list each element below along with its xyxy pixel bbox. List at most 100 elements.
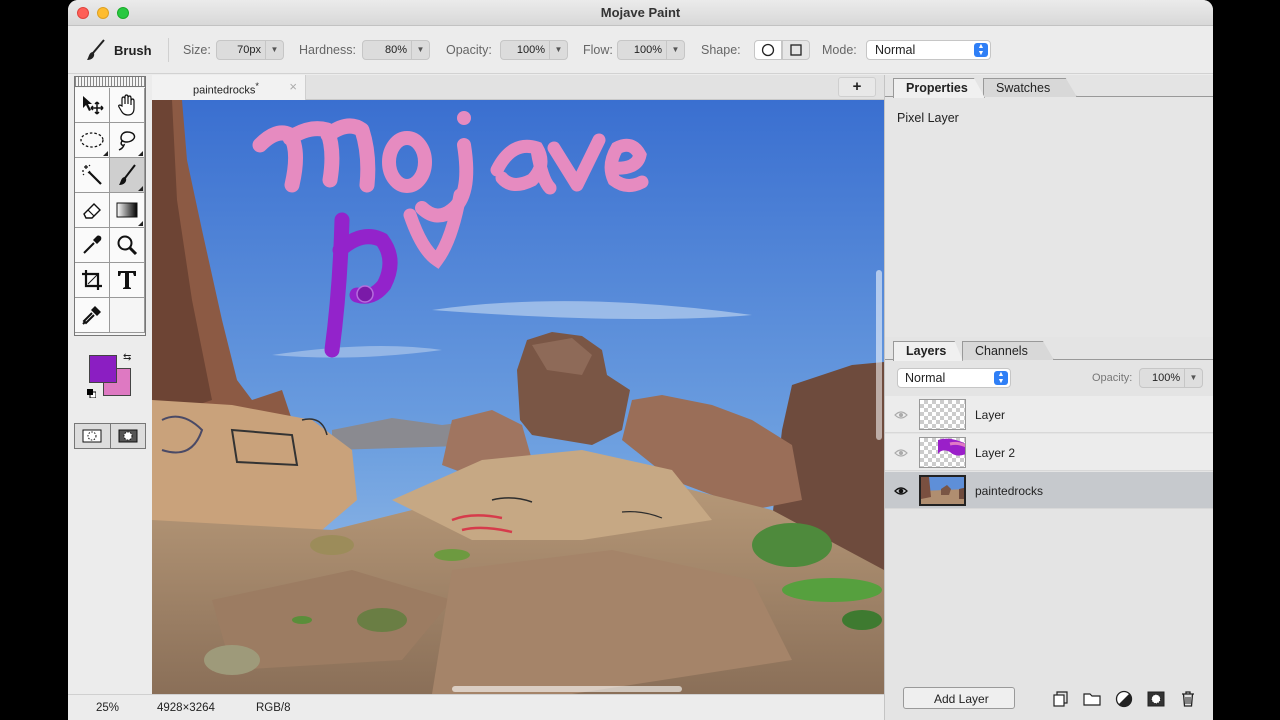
add-tab-button[interactable]: +	[838, 77, 876, 97]
quick-mask-button[interactable]	[111, 424, 146, 448]
layer-row[interactable]: Layer	[885, 396, 1213, 433]
horizontal-scrollbar[interactable]	[452, 686, 682, 692]
ellipse-marquee-icon	[80, 132, 104, 148]
visibility-eye-icon[interactable]	[894, 446, 908, 460]
hardness-value: 80%	[384, 44, 407, 56]
square-shape-button[interactable]	[782, 40, 810, 60]
add-layer-label: Add Layer	[934, 692, 989, 706]
folder-icon[interactable]	[1083, 690, 1101, 708]
move-tool[interactable]	[75, 88, 110, 123]
foreground-color-swatch[interactable]	[89, 355, 117, 383]
swap-colors-icon[interactable]: ⇆	[123, 352, 131, 363]
brush-tool[interactable]	[110, 158, 145, 193]
visibility-eye-icon[interactable]	[894, 484, 908, 498]
app-window: Mojave Paint Brush Size: 70px ▼ Hardness…	[68, 0, 1213, 720]
layer-row-selected[interactable]: paintedrocks	[885, 472, 1213, 509]
hand-icon	[118, 94, 135, 116]
chevron-down-icon[interactable]: ▼	[549, 41, 567, 59]
vertical-scrollbar[interactable]	[876, 270, 882, 440]
flow-field[interactable]: 100% ▼	[617, 40, 685, 60]
duplicate-layer-icon[interactable]	[1051, 690, 1069, 708]
flow-label: Flow:	[583, 43, 613, 57]
gradient-icon	[116, 202, 138, 218]
stamp-icon	[82, 306, 101, 325]
document-tab-bar: paintedrocks* × +	[152, 75, 884, 100]
opacity-value: 100%	[516, 44, 545, 56]
photo-canvas	[152, 100, 884, 694]
tab-swatches[interactable]: Swatches	[983, 78, 1077, 97]
flow-value: 100%	[633, 44, 662, 56]
layers-tabs: Layers Channels	[885, 338, 1213, 361]
layer-opacity-field[interactable]: 100% ▼	[1139, 368, 1203, 388]
mode-select[interactable]: Normal ▲ ▼	[866, 40, 991, 60]
round-shape-button[interactable]	[754, 40, 782, 60]
chevron-down-icon[interactable]: ▼	[1184, 369, 1202, 387]
layer-name: Layer	[975, 408, 1006, 422]
move-icon	[83, 96, 104, 115]
add-layer-button[interactable]: Add Layer	[903, 687, 1015, 709]
chevron-down-icon[interactable]: ▼	[265, 41, 283, 59]
layer-opacity-value: 100%	[1152, 372, 1181, 384]
brush-icon	[87, 39, 105, 60]
trash-icon[interactable]	[1179, 690, 1197, 708]
layers-toolbar: Normal ▲ ▼ Opacity: 100% ▼	[885, 360, 1213, 396]
tab-channels[interactable]: Channels	[962, 341, 1054, 360]
hardness-label: Hardness:	[299, 43, 356, 57]
color-mode: RGB/8	[256, 702, 291, 714]
layer-thumbnail	[919, 437, 966, 468]
clone-stamp-tool[interactable]	[75, 298, 110, 333]
type-tool[interactable]	[110, 263, 145, 298]
layer-opacity-label: Opacity:	[1092, 372, 1133, 384]
gradient-tool[interactable]	[110, 193, 145, 228]
document-tab[interactable]: paintedrocks* ×	[152, 75, 306, 100]
chevron-down-icon[interactable]: ▼	[411, 41, 429, 59]
blend-mode-select[interactable]: Normal ▲ ▼	[897, 368, 1011, 388]
tab-layers[interactable]: Layers	[893, 341, 963, 361]
marquee-tool[interactable]	[75, 123, 110, 158]
brush-icon	[119, 164, 136, 185]
standard-mode-button[interactable]	[75, 424, 111, 448]
hand-tool[interactable]	[110, 88, 145, 123]
crop-tool[interactable]	[75, 263, 110, 298]
canvas[interactable]	[152, 100, 884, 694]
hardness-field[interactable]: 80% ▼	[362, 40, 430, 60]
properties-tabs: Properties Swatches	[885, 75, 1213, 98]
mode-value: Normal	[875, 43, 916, 57]
circle-icon	[761, 43, 775, 57]
chevron-down-icon[interactable]: ▼	[666, 41, 684, 59]
quick-mask-icon	[118, 429, 138, 443]
standard-mode-icon	[82, 429, 102, 443]
close-tab-icon[interactable]: ×	[289, 79, 297, 94]
opacity-field[interactable]: 100% ▼	[500, 40, 568, 60]
divider	[168, 38, 169, 62]
layer-thumbnail	[919, 475, 966, 506]
toolbox-grip[interactable]	[75, 77, 145, 87]
tab-properties[interactable]: Properties	[893, 78, 985, 98]
tool-options-bar: Brush Size: 70px ▼ Hardness: 80% ▼ Opaci…	[68, 26, 1213, 74]
shape-label: Shape:	[701, 43, 741, 57]
magic-wand-icon	[82, 164, 102, 185]
layers-bottom-bar: Add Layer	[885, 680, 1213, 720]
status-bar: 25% 4928×3264 RGB/8	[68, 694, 884, 720]
zoom-level[interactable]: 25%	[96, 702, 119, 714]
adjustment-layer-icon[interactable]	[1115, 690, 1133, 708]
layer-type-label: Pixel Layer	[897, 111, 959, 125]
eraser-tool[interactable]	[75, 193, 110, 228]
visibility-eye-icon[interactable]	[894, 408, 908, 422]
zoom-tool[interactable]	[110, 228, 145, 263]
lasso-icon	[118, 131, 136, 151]
toolbox	[74, 76, 146, 336]
reset-colors-icon[interactable]	[87, 389, 96, 398]
layer-mask-icon[interactable]	[1147, 690, 1165, 708]
size-field[interactable]: 70px ▼	[216, 40, 284, 60]
lasso-tool[interactable]	[110, 123, 145, 158]
size-label: Size:	[183, 43, 211, 57]
magic-wand-tool[interactable]	[75, 158, 110, 193]
empty-tool-slot	[110, 298, 145, 333]
magnifier-icon	[117, 235, 138, 256]
eyedropper-tool[interactable]	[75, 228, 110, 263]
layer-row[interactable]: Layer 2	[885, 434, 1213, 471]
window-title: Mojave Paint	[600, 5, 681, 20]
type-icon	[118, 271, 136, 289]
eyedropper-icon	[83, 235, 102, 254]
